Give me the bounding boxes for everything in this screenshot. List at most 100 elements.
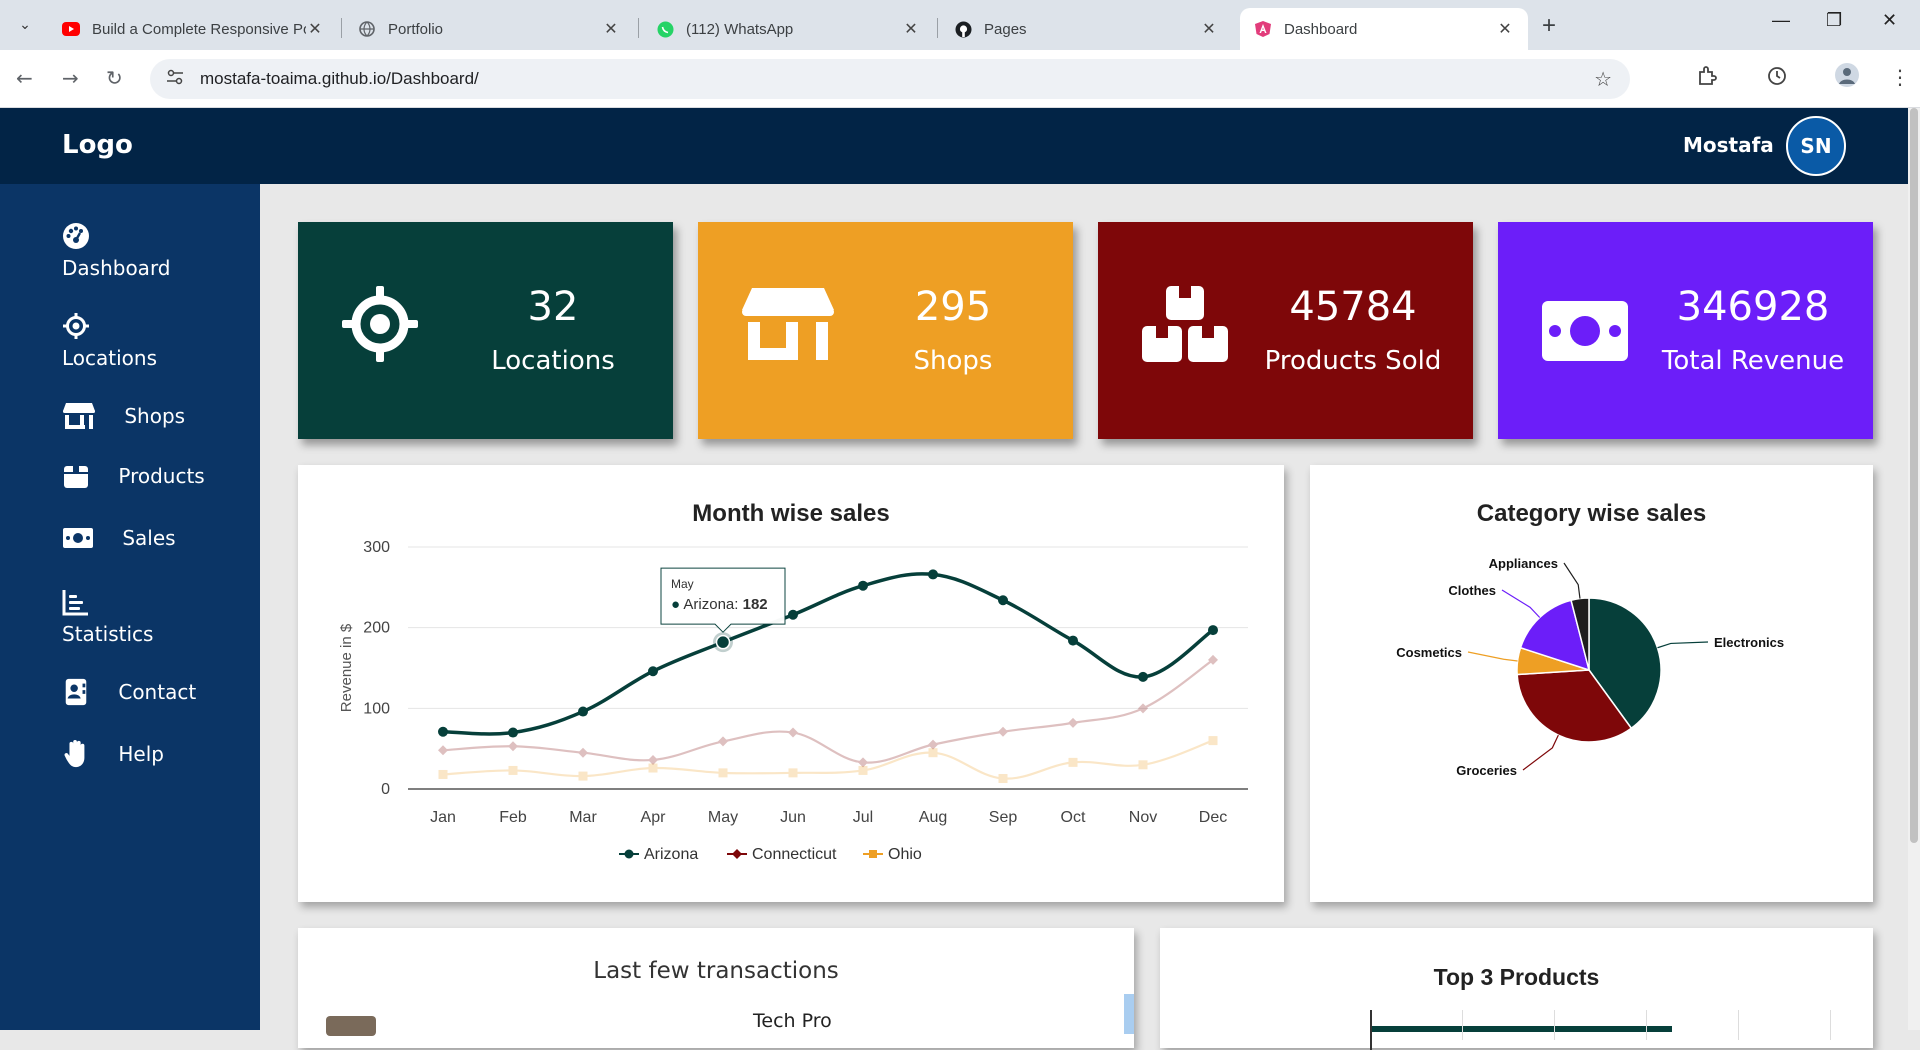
browser-tab-4-active[interactable]: Dashboard ✕: [1240, 8, 1528, 50]
data-point[interactable]: [438, 769, 448, 779]
data-point[interactable]: [1068, 635, 1078, 646]
restore-button[interactable]: ❐: [1826, 10, 1842, 31]
sidebar-item-locations[interactable]: Locations: [62, 312, 157, 370]
series-arizona[interactable]: [438, 569, 1218, 738]
forward-arrow-icon[interactable]: →: [62, 66, 79, 90]
data-point[interactable]: [998, 774, 1008, 784]
sidebar-item-statistics[interactable]: Statistics: [62, 588, 153, 646]
more-menu-icon[interactable]: ⋮: [1890, 65, 1910, 89]
profile-avatar-icon[interactable]: [1834, 62, 1860, 93]
sidebar-item-label: Statistics: [62, 622, 154, 646]
data-point[interactable]: [578, 747, 588, 758]
reload-icon[interactable]: ↻: [106, 66, 123, 90]
data-point[interactable]: [718, 768, 728, 778]
data-point[interactable]: [998, 595, 1008, 606]
series-ohio[interactable]: [438, 736, 1218, 784]
close-window-button[interactable]: ✕: [1882, 10, 1897, 31]
stat-value: 45784: [1289, 284, 1417, 330]
legend-label: Connecticut: [752, 846, 837, 863]
contact-icon: [65, 678, 87, 706]
series-connecticut[interactable]: [438, 654, 1218, 768]
sidebar-item-contact[interactable]: Contact: [62, 678, 196, 706]
close-icon[interactable]: ✕: [306, 19, 324, 39]
data-point[interactable]: [788, 609, 798, 620]
x-tick-label: Nov: [1129, 809, 1157, 826]
legend-item-arizona[interactable]: Arizona: [619, 846, 698, 863]
minimize-button[interactable]: —: [1772, 10, 1790, 31]
stat-card-locations[interactable]: 32 Locations: [298, 222, 673, 439]
sidebar-item-label: Contact: [118, 680, 197, 704]
stat-card-shops[interactable]: 295 Shops: [698, 222, 1073, 439]
y-axis-label: Revenue in $: [338, 623, 355, 712]
hover-point[interactable]: [715, 634, 731, 650]
tab-search-button[interactable]: ⌄: [10, 10, 40, 40]
data-point[interactable]: [508, 727, 518, 738]
data-point[interactable]: [1138, 703, 1148, 714]
data-point[interactable]: [1208, 625, 1218, 636]
data-point[interactable]: [438, 726, 448, 737]
data-point[interactable]: [788, 768, 798, 778]
data-point[interactable]: [578, 706, 588, 717]
browser-tab-2[interactable]: (112) WhatsApp ✕: [642, 8, 934, 50]
data-point[interactable]: [718, 736, 728, 747]
hand-icon: [64, 740, 85, 768]
data-point[interactable]: [1068, 717, 1078, 728]
data-point[interactable]: [1138, 671, 1148, 682]
history-icon[interactable]: [1766, 65, 1788, 92]
data-point[interactable]: [928, 569, 938, 580]
data-point[interactable]: [858, 580, 868, 591]
data-point[interactable]: [508, 741, 518, 752]
stat-card-products-sold[interactable]: 45784 Products Sold: [1098, 222, 1473, 439]
scrollbar-thumb[interactable]: [1910, 108, 1918, 843]
close-icon[interactable]: ✕: [602, 19, 620, 39]
browser-tab-0[interactable]: Build a Complete Responsive Po ✕: [48, 8, 338, 50]
extensions-icon[interactable]: [1696, 65, 1718, 92]
x-tick-label: Jan: [430, 809, 456, 826]
data-point[interactable]: [858, 757, 868, 768]
data-point[interactable]: [578, 771, 588, 781]
data-point[interactable]: [928, 739, 938, 750]
crosshair-icon: [342, 286, 418, 362]
sidebar-item-shops[interactable]: Shops: [62, 402, 185, 430]
data-point[interactable]: [788, 727, 798, 738]
page-scrollbar[interactable]: [1908, 108, 1920, 1030]
site-info-icon[interactable]: [166, 69, 190, 89]
close-icon[interactable]: ✕: [1496, 19, 1514, 39]
sidebar-item-dashboard[interactable]: Dashboard: [62, 222, 171, 280]
browser-tab-3[interactable]: Pages ✕: [940, 8, 1232, 50]
data-point[interactable]: [648, 666, 658, 677]
sidebar-item-products[interactable]: Products: [62, 462, 205, 490]
pie-connector: [1501, 589, 1541, 618]
y-tick-label: 300: [363, 539, 390, 556]
close-icon[interactable]: ✕: [902, 19, 920, 39]
x-tick-label: Jun: [780, 809, 806, 826]
data-point[interactable]: [998, 726, 1008, 737]
browser-tab-bar: ⌄ Build a Complete Responsive Po ✕ Portf…: [0, 0, 1920, 50]
address-bar[interactable]: mostafa-toaima.github.io/Dashboard/ ☆: [150, 59, 1630, 99]
back-arrow-icon[interactable]: ←: [16, 66, 33, 90]
data-point[interactable]: [1208, 736, 1218, 746]
data-point[interactable]: [1068, 757, 1078, 767]
logo[interactable]: Logo: [62, 130, 133, 160]
scrollbar[interactable]: [1124, 994, 1134, 1034]
sidebar-item-label: Dashboard: [62, 256, 171, 280]
close-icon[interactable]: ✕: [1200, 19, 1218, 39]
sidebar-item-sales[interactable]: Sales: [62, 524, 176, 552]
legend-item-connecticut[interactable]: Connecticut: [727, 846, 837, 863]
sidebar-item-help[interactable]: Help: [62, 740, 164, 768]
x-tick-label: Oct: [1061, 809, 1086, 826]
stat-card-total-revenue[interactable]: 346928 Total Revenue: [1498, 222, 1873, 439]
data-point[interactable]: [438, 745, 448, 756]
dashboard-icon: [63, 223, 89, 249]
bookmark-star-icon[interactable]: ☆: [1594, 67, 1612, 91]
data-point[interactable]: [508, 765, 518, 775]
data-point[interactable]: [648, 754, 658, 765]
browser-tab-1[interactable]: Portfolio ✕: [344, 8, 634, 50]
new-tab-button[interactable]: +: [1542, 12, 1556, 40]
data-point[interactable]: [1138, 760, 1148, 770]
money-icon: [63, 528, 93, 548]
avatar[interactable]: SN: [1786, 116, 1846, 176]
legend-item-ohio[interactable]: Ohio: [863, 846, 922, 863]
x-tick-label: Sep: [989, 809, 1018, 826]
top-products-title: Top 3 Products: [1433, 964, 1600, 990]
